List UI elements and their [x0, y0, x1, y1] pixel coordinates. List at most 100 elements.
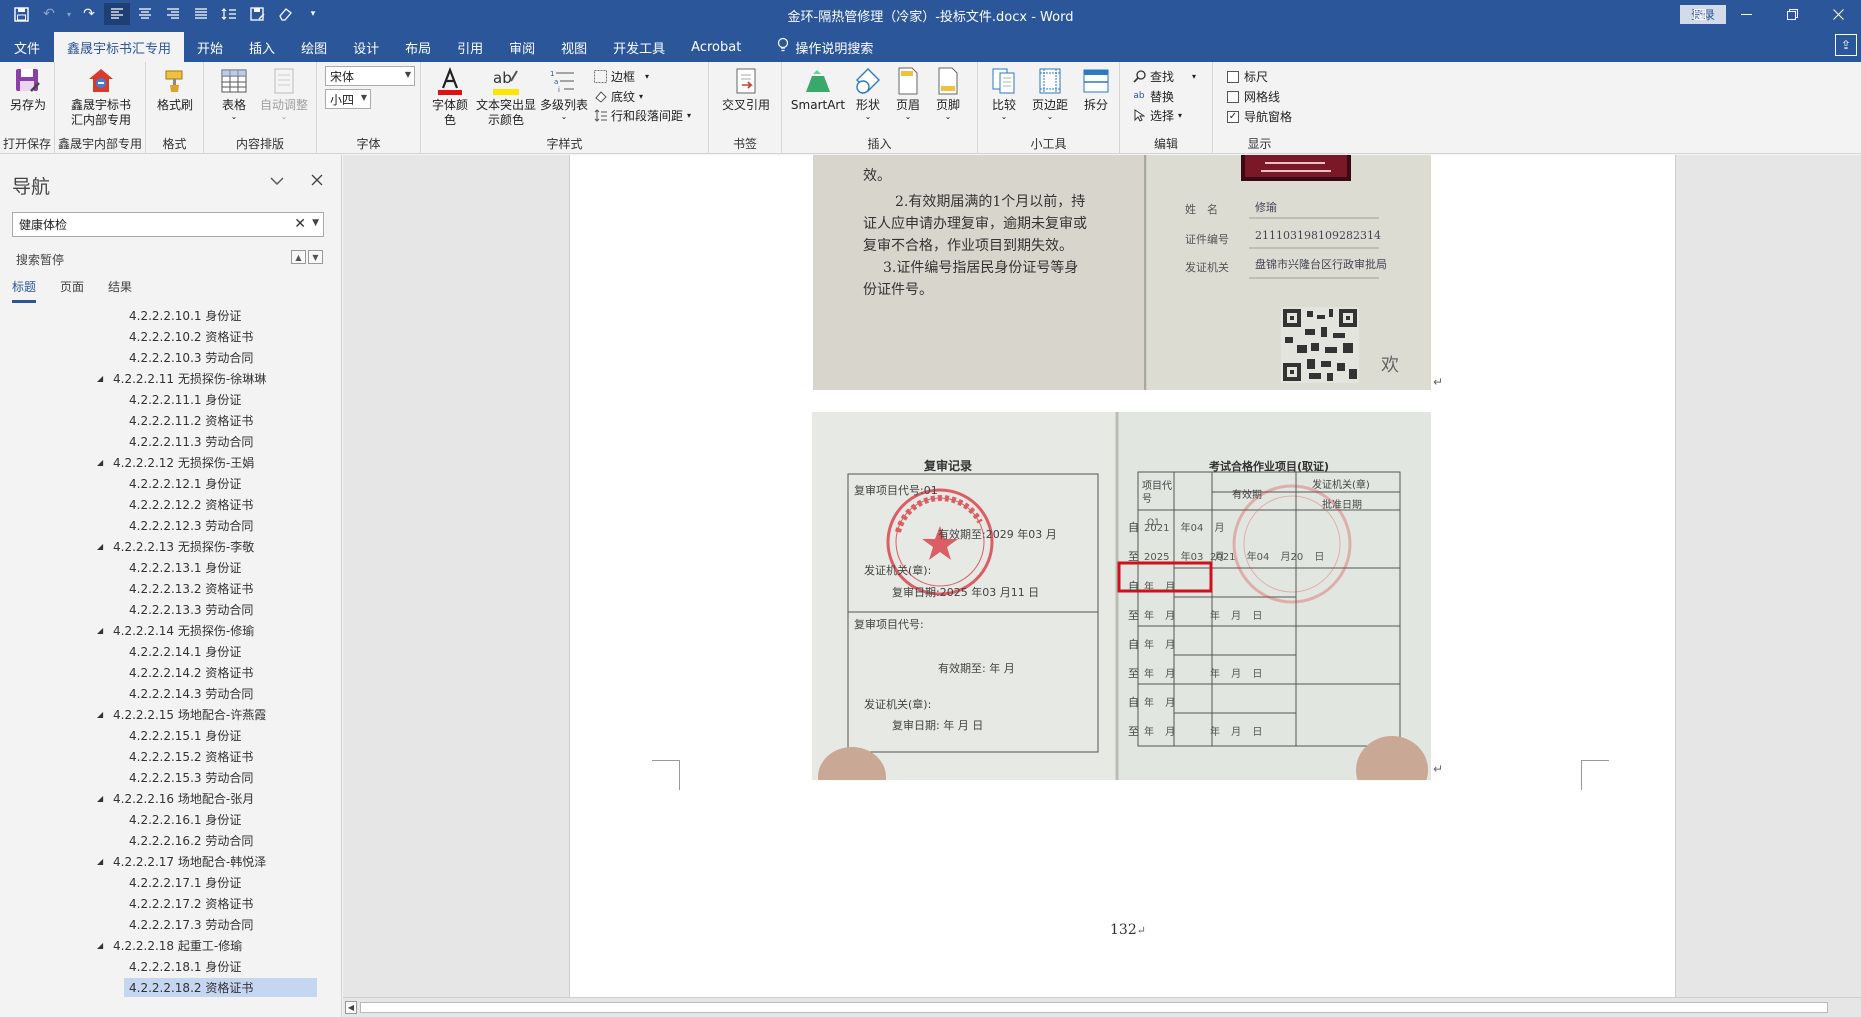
nav-heading-level3[interactable]: ◢ 4.2.2.2.18 起重工-修瑜: [0, 935, 341, 956]
gridlines-checkbox[interactable]: 网格线: [1227, 88, 1280, 105]
nav-heading-level4[interactable]: 4.2.2.2.16.1 身份证: [0, 809, 341, 830]
tab-design[interactable]: 设计: [340, 32, 392, 62]
nav-heading-level4[interactable]: 4.2.2.2.12.1 身份证: [0, 473, 341, 494]
nav-heading-level3[interactable]: ◢ 4.2.2.2.14 无损探伤-修瑜: [0, 620, 341, 641]
compare-button[interactable]: 比较 ⌄: [986, 66, 1022, 121]
collapse-triangle-icon[interactable]: ◢: [97, 710, 103, 719]
nav-heading-level3[interactable]: ◢ 4.2.2.2.17 场地配合-韩悦泽: [0, 851, 341, 872]
nav-heading-level3[interactable]: ◢ 4.2.2.2.16 场地配合-张月: [0, 788, 341, 809]
tell-me-search[interactable]: 操作说明搜索: [764, 32, 886, 62]
tab-developer[interactable]: 开发工具: [600, 32, 678, 62]
multilevel-list-button[interactable]: 1ai 多级列表 ⌄: [538, 66, 590, 121]
scrollbar-thumb[interactable]: [360, 1002, 1828, 1013]
nav-close-icon[interactable]: [311, 171, 323, 190]
nav-heading-level4[interactable]: 4.2.2.2.11.1 身份证: [0, 389, 341, 410]
save-as-icon[interactable]: [244, 3, 270, 25]
tab-home[interactable]: 开始: [184, 32, 236, 62]
eraser-icon[interactable]: [272, 3, 298, 25]
nav-heading-level4[interactable]: 4.2.2.2.16.2 劳动合同: [0, 830, 341, 851]
nav-heading-level3[interactable]: ◢ 4.2.2.2.15 场地配合-许燕霞: [0, 704, 341, 725]
nav-heading-level4[interactable]: 4.2.2.2.14.1 身份证: [0, 641, 341, 662]
nav-heading-level4[interactable]: 4.2.2.2.12.2 资格证书: [0, 494, 341, 515]
line-spacing-icon[interactable]: [216, 3, 242, 25]
footer-button[interactable]: 页脚 ⌄: [930, 66, 966, 121]
auto-adjust-button[interactable]: 自动调整 ⌄: [258, 66, 310, 121]
border-button[interactable]: 边框 ▾: [593, 67, 649, 85]
font-name-select[interactable]: 宋体 ▼: [325, 66, 415, 86]
collapse-triangle-icon[interactable]: ◢: [97, 794, 103, 803]
replace-button[interactable]: ab 替换: [1132, 87, 1174, 105]
nav-pane-checkbox[interactable]: ✓ 导航窗格: [1227, 108, 1292, 125]
align-left-icon[interactable]: [104, 3, 130, 25]
nav-heading-level4[interactable]: 4.2.2.2.10.3 劳动合同: [0, 347, 341, 368]
nav-heading-level4[interactable]: 4.2.2.2.17.2 资格证书: [0, 893, 341, 914]
collapse-triangle-icon[interactable]: ◢: [97, 542, 103, 551]
split-button[interactable]: 拆分: [1078, 66, 1114, 113]
nav-options-chevron-icon[interactable]: [270, 171, 284, 190]
customize-qat-icon[interactable]: ▾: [300, 3, 326, 25]
cross-reference-button[interactable]: 交叉引用: [720, 66, 772, 113]
nav-heading-level4[interactable]: 4.2.2.2.13.3 劳动合同: [0, 599, 341, 620]
restore-icon[interactable]: [1769, 0, 1815, 29]
tab-layout[interactable]: 布局: [392, 32, 444, 62]
nav-heading-level4[interactable]: 4.2.2.2.14.3 劳动合同: [0, 683, 341, 704]
align-right-icon[interactable]: [160, 3, 186, 25]
align-center-icon[interactable]: [132, 3, 158, 25]
tab-draw[interactable]: 绘图: [288, 32, 340, 62]
tab-acrobat[interactable]: Acrobat: [678, 32, 754, 62]
tab-references[interactable]: 引用: [444, 32, 496, 62]
share-icon[interactable]: ⇪: [1835, 34, 1857, 56]
collapse-triangle-icon[interactable]: ◢: [97, 941, 103, 950]
horizontal-scrollbar[interactable]: ◀: [343, 997, 1861, 1017]
smartart-button[interactable]: SmartArt: [790, 66, 846, 113]
nav-heading-level4[interactable]: 4.2.2.2.15.2 资格证书: [0, 746, 341, 767]
nav-heading-level4[interactable]: 4.2.2.2.17.1 身份证: [0, 872, 341, 893]
collapse-triangle-icon[interactable]: ◢: [97, 626, 103, 635]
next-result-icon[interactable]: ▼: [308, 250, 323, 264]
scroll-left-icon[interactable]: ◀: [345, 1001, 357, 1014]
nav-heading-level4[interactable]: 4.2.2.2.18.1 身份证: [0, 956, 341, 977]
nav-heading-level4[interactable]: 4.2.2.2.14.2 资格证书: [0, 662, 341, 683]
nav-heading-level4[interactable]: 4.2.2.2.10.2 资格证书: [0, 326, 341, 347]
undo-icon[interactable]: ↶: [36, 3, 62, 25]
ruler-checkbox[interactable]: 标尺: [1227, 68, 1268, 85]
ribbon-display-options-icon[interactable]: [1677, 0, 1723, 29]
nav-heading-level4[interactable]: 4.2.2.2.15.3 劳动合同: [0, 767, 341, 788]
font-size-select[interactable]: 小四 ▼: [325, 89, 371, 109]
header-button[interactable]: 页眉 ⌄: [890, 66, 926, 121]
nav-heading-level3[interactable]: ◢ 4.2.2.2.11 无损探伤-徐琳琳: [0, 368, 341, 389]
xsy-button[interactable]: 鑫晟宇标书 汇内部专用: [65, 66, 137, 128]
nav-heading-level4[interactable]: 4.2.2.2.17.3 劳动合同: [0, 914, 341, 935]
nav-heading-level4[interactable]: 4.2.2.2.18.2 资格证书: [0, 977, 341, 998]
font-color-button[interactable]: 字体颜 色: [431, 66, 469, 128]
line-spacing-button[interactable]: 行和段落间距 ▾: [593, 106, 691, 124]
highlight-button[interactable]: ab 文本突出显 示颜色: [474, 66, 538, 128]
save-as-button[interactable]: 另存为: [6, 66, 50, 113]
nav-heading-level4[interactable]: 4.2.2.2.12.3 劳动合同: [0, 515, 341, 536]
collapse-triangle-icon[interactable]: ◢: [97, 857, 103, 866]
nav-search-input[interactable]: 健康体检 ✕ ▼: [12, 212, 324, 237]
nav-heading-level3[interactable]: ◢ 4.2.2.2.12 无损探伤-王娟: [0, 452, 341, 473]
margins-button[interactable]: 页边距 ⌄: [1028, 66, 1072, 121]
table-button[interactable]: 表格 ⌄: [216, 66, 252, 121]
undo-dropdown-icon[interactable]: ▾: [64, 3, 74, 25]
close-window-icon[interactable]: [1815, 0, 1861, 29]
nav-heading-level4[interactable]: 4.2.2.2.10.1 身份证: [0, 305, 341, 326]
nav-heading-level4[interactable]: 4.2.2.2.11.2 资格证书: [0, 410, 341, 431]
tab-review[interactable]: 审阅: [496, 32, 548, 62]
tab-view[interactable]: 视图: [548, 32, 600, 62]
nav-heading-level4[interactable]: 4.2.2.2.13.1 身份证: [0, 557, 341, 578]
redo-icon[interactable]: ↷: [76, 3, 102, 25]
previous-result-icon[interactable]: ▲: [291, 250, 306, 264]
collapse-triangle-icon[interactable]: ◢: [97, 374, 103, 383]
nav-tab-results[interactable]: 结果: [108, 278, 132, 303]
find-button[interactable]: 查找 ▾: [1132, 67, 1196, 85]
tab-file[interactable]: 文件: [0, 32, 54, 62]
tab-xsy[interactable]: 鑫晟宇标书汇专用: [54, 32, 185, 62]
format-painter-button[interactable]: 格式刷: [154, 66, 196, 113]
nav-tab-pages[interactable]: 页面: [60, 278, 84, 303]
justify-icon[interactable]: [188, 3, 214, 25]
minimize-icon[interactable]: [1723, 0, 1769, 29]
clear-search-icon[interactable]: ✕: [294, 216, 306, 232]
search-options-dropdown-icon[interactable]: ▼: [312, 218, 319, 228]
